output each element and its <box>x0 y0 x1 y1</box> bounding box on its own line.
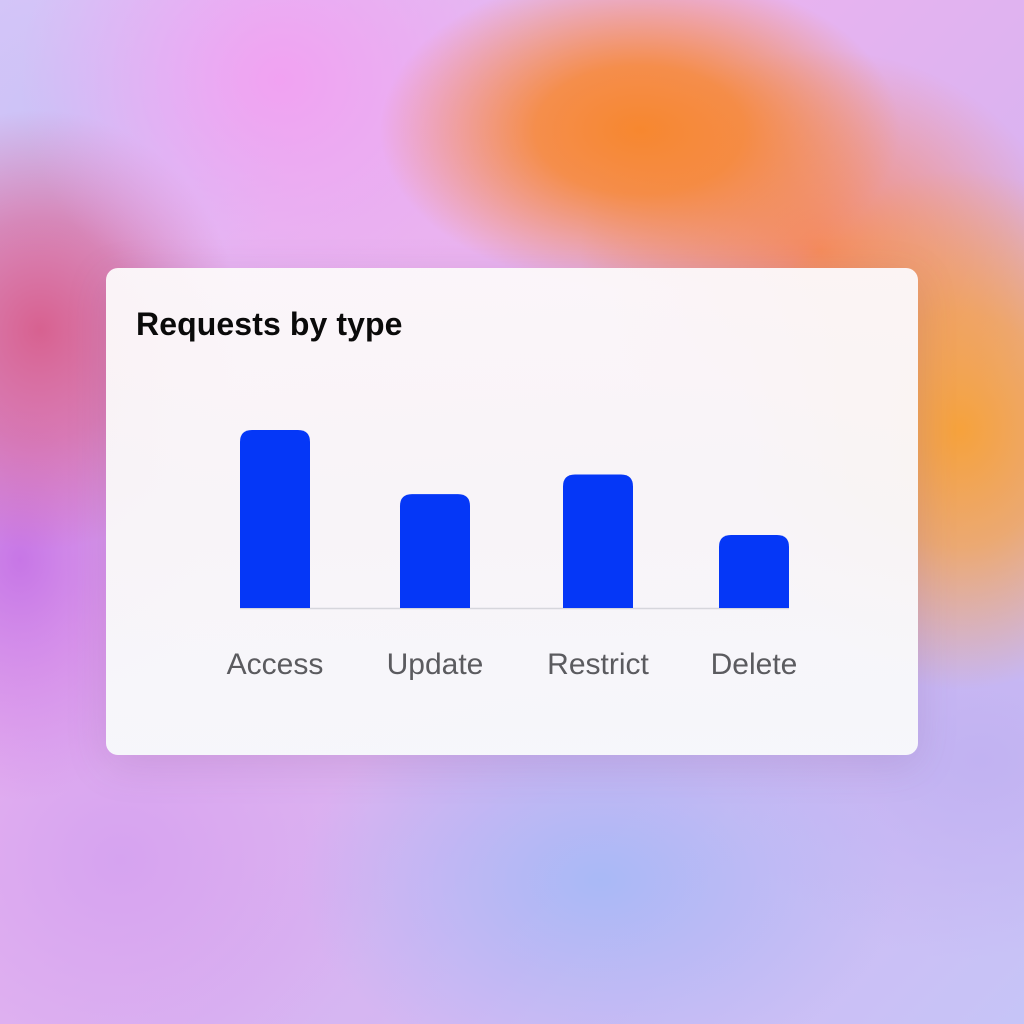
bar-access <box>240 430 310 608</box>
bar-chart: Access Update Restrict Delete <box>227 430 798 681</box>
bar-delete <box>719 535 789 608</box>
chart-card: Requests by type Access Update Restrict Del… <box>106 268 918 755</box>
bar-restrict <box>563 474 633 608</box>
x-tick-label-restrict: Restrict <box>547 648 649 681</box>
x-tick-label-delete: Delete <box>711 648 798 681</box>
x-tick-label-access: Access <box>227 648 324 681</box>
bar-update <box>400 494 470 608</box>
x-tick-label-update: Update <box>387 648 484 681</box>
